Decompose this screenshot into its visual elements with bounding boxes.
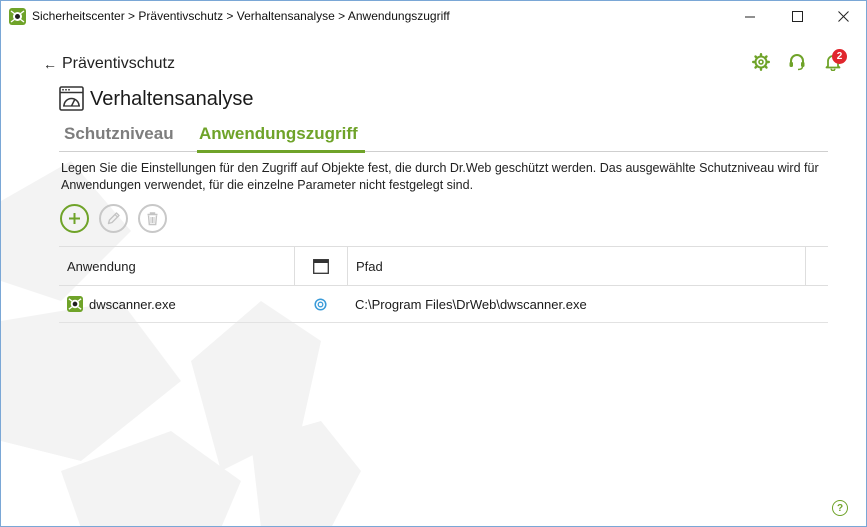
pencil-icon — [107, 212, 120, 225]
column-header-path[interactable]: Pfad — [347, 247, 806, 286]
cell-path: C:\Program Files\DrWeb\dwscanner.exe — [355, 296, 587, 312]
page-title: Verhaltensanalyse — [90, 88, 254, 110]
arrow-left-icon: ← — [43, 56, 57, 72]
gear-icon[interactable] — [752, 53, 770, 71]
window-icon — [313, 259, 329, 274]
trash-icon — [147, 212, 158, 226]
minimize-button[interactable] — [727, 1, 773, 32]
table-header: Anwendung Pfad — [59, 246, 828, 286]
tab-schutzniveau[interactable]: Schutzniveau — [64, 124, 174, 144]
behavior-analysis-icon — [59, 86, 84, 111]
cell-app: dwscanner.exe — [67, 286, 176, 322]
back-link[interactable]: ← Präventivschutz — [43, 55, 175, 73]
app-window: Sicherheitscenter > Präventivschutz > Ve… — [0, 0, 867, 527]
plus-icon — [69, 213, 80, 224]
back-link-label: Präventivschutz — [62, 55, 175, 72]
column-header-window[interactable] — [294, 247, 347, 286]
add-button[interactable] — [60, 204, 89, 233]
table-row[interactable]: dwscanner.exe C:\Program Files\DrWeb\dws… — [59, 286, 828, 323]
active-tab-indicator — [197, 150, 365, 153]
cell-window — [294, 286, 347, 322]
edit-button[interactable] — [99, 204, 128, 233]
close-icon — [837, 11, 849, 22]
help-icon[interactable]: ? — [832, 500, 848, 516]
breadcrumb: Sicherheitscenter > Präventivschutz > Ve… — [32, 9, 450, 23]
title-bar: Sicherheitscenter > Präventivschutz > Ve… — [1, 1, 866, 32]
drweb-app-icon — [67, 296, 83, 312]
column-header-app[interactable]: Anwendung — [67, 247, 136, 286]
delete-button[interactable] — [138, 204, 167, 233]
tab-anwendungszugriff[interactable]: Anwendungszugriff — [199, 124, 358, 144]
app-name: dwscanner.exe — [89, 296, 176, 312]
applications-table: Anwendung Pfad dwscanner.exe C:\Program … — [59, 246, 828, 323]
maximize-button[interactable] — [774, 1, 820, 32]
description-text: Legen Sie die Einstellungen für den Zugr… — [61, 161, 819, 192]
close-button[interactable] — [820, 1, 866, 32]
tab-bar: Schutzniveau Anwendungszugriff — [59, 121, 828, 153]
headset-icon[interactable] — [788, 53, 806, 71]
maximize-icon — [791, 11, 803, 22]
minimize-icon — [744, 16, 755, 18]
settings-badge-icon[interactable] — [314, 297, 327, 311]
notification-badge: 2 — [832, 49, 847, 64]
drweb-app-icon — [9, 8, 26, 25]
